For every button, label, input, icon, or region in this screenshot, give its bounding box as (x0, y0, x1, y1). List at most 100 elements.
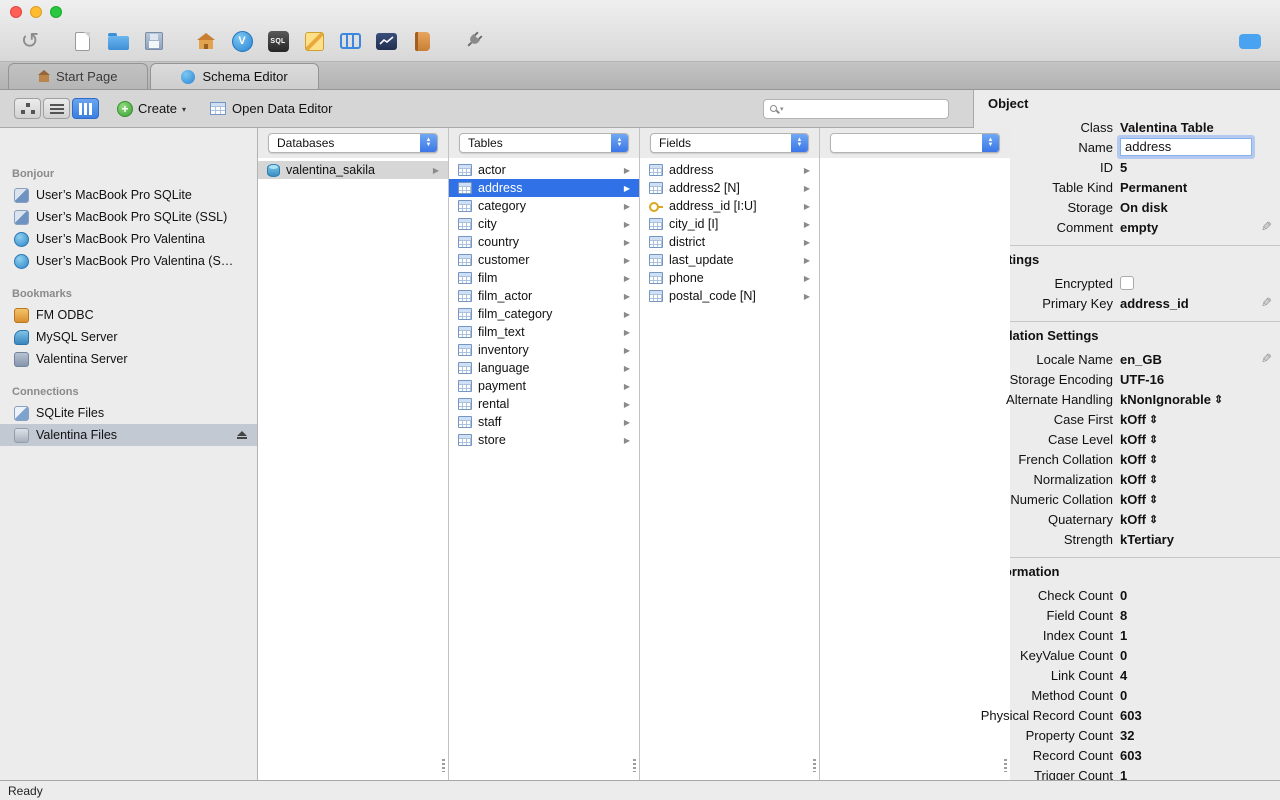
disclosure-arrow-icon[interactable]: ▶ (804, 256, 810, 265)
disclosure-arrow-icon[interactable]: ▶ (624, 184, 630, 193)
new-document-button[interactable] (64, 24, 100, 58)
database-list-item[interactable]: valentina_sakila ▶ (258, 161, 448, 179)
edit-pencil-icon[interactable]: ✎ (1261, 219, 1272, 235)
sidebar-item[interactable]: FM ODBC (0, 304, 257, 326)
inspector-row-value[interactable]: kOff (1120, 492, 1146, 507)
inspector-row-value[interactable]: kOff (1120, 472, 1146, 487)
disclosure-arrow-icon[interactable]: ▶ (624, 238, 630, 247)
fields-popup[interactable]: Fields ▲ ▼ (650, 133, 809, 153)
disclosure-arrow-icon[interactable]: ▶ (624, 418, 630, 427)
sidebar-item[interactable]: Valentina Files (0, 424, 257, 446)
table-list-item[interactable]: payment ▶ (449, 377, 639, 395)
databases-popup[interactable]: Databases ▲ ▼ (268, 133, 438, 153)
schema-editor-button[interactable]: V (224, 24, 260, 58)
query-builder-button[interactable] (296, 24, 332, 58)
disclosure-arrow-icon[interactable]: ▶ (624, 328, 630, 337)
table-list-item[interactable]: actor ▶ (449, 161, 639, 179)
feedback-button[interactable] (1232, 24, 1268, 58)
create-button[interactable]: + Create ▾ (117, 100, 186, 117)
table-list-item[interactable]: film_actor ▶ (449, 287, 639, 305)
open-button[interactable] (100, 24, 136, 58)
table-list-item[interactable]: address ▶ (449, 179, 639, 197)
tab-schema-editor[interactable]: Schema Editor (150, 63, 319, 89)
sidebar-item[interactable]: User’s MacBook Pro SQLite (0, 184, 257, 206)
disclosure-arrow-icon[interactable]: ▶ (624, 202, 630, 211)
open-data-editor-button[interactable]: Open Data Editor (210, 101, 333, 116)
table-list-item[interactable]: film_category ▶ (449, 305, 639, 323)
disclosure-arrow-icon[interactable]: ▶ (624, 400, 630, 409)
table-list-item[interactable]: country ▶ (449, 233, 639, 251)
table-list-item[interactable]: city ▶ (449, 215, 639, 233)
inspector-row-value[interactable]: kOff (1120, 512, 1146, 527)
table-list-item[interactable]: film_text ▶ (449, 323, 639, 341)
tree-view-button[interactable] (14, 98, 41, 119)
disclosure-arrow-icon[interactable]: ▶ (624, 166, 630, 175)
disclosure-arrow-icon[interactable]: ▶ (624, 364, 630, 373)
inspector-row-value[interactable]: kOff (1120, 452, 1146, 467)
disclosure-arrow-icon[interactable]: ▶ (804, 202, 810, 211)
sql-editor-button[interactable]: SQL (260, 24, 296, 58)
checkbox[interactable] (1120, 276, 1134, 290)
columns-view-button[interactable] (72, 98, 99, 119)
stepper-icon[interactable]: ⇕ (1149, 473, 1158, 486)
stepper-icon[interactable]: ⇕ (1149, 513, 1158, 526)
table-list-item[interactable]: category ▶ (449, 197, 639, 215)
zoom-window-button[interactable] (50, 6, 62, 18)
table-list-item[interactable]: store ▶ (449, 431, 639, 449)
disclosure-arrow-icon[interactable]: ▶ (624, 310, 630, 319)
field-list-item[interactable]: district ▶ (640, 233, 819, 251)
table-list-item[interactable]: language ▶ (449, 359, 639, 377)
stepper-icon[interactable]: ⇕ (1149, 453, 1158, 466)
tab-start-page[interactable]: Start Page (8, 63, 149, 89)
connect-button[interactable] (456, 24, 492, 58)
disclosure-arrow-icon[interactable]: ▶ (624, 436, 630, 445)
table-list-item[interactable]: film ▶ (449, 269, 639, 287)
table-list-item[interactable]: inventory ▶ (449, 341, 639, 359)
field-list-item[interactable]: address ▶ (640, 161, 819, 179)
disclosure-arrow-icon[interactable]: ▶ (624, 382, 630, 391)
edit-pencil-icon[interactable]: ✎ (1261, 295, 1272, 311)
sidebar-item[interactable]: SQLite Files (0, 402, 257, 424)
field-list-item[interactable]: last_update ▶ (640, 251, 819, 269)
search-input[interactable] (786, 101, 942, 116)
disclosure-arrow-icon[interactable]: ▶ (804, 166, 810, 175)
inspector-row-value[interactable]: kOff (1120, 432, 1146, 447)
diagram-button[interactable] (368, 24, 404, 58)
table-list-item[interactable]: staff ▶ (449, 413, 639, 431)
sidebar-item[interactable]: MySQL Server (0, 326, 257, 348)
stepper-icon[interactable]: ⇕ (1149, 413, 1158, 426)
disclosure-arrow-icon[interactable]: ▶ (804, 274, 810, 283)
stepper-icon[interactable]: ⇕ (1214, 393, 1223, 406)
eject-icon[interactable] (237, 431, 247, 440)
data-editor-button[interactable] (332, 24, 368, 58)
field-list-item[interactable]: address_id [I:U] ▶ (640, 197, 819, 215)
sidebar-item[interactable]: User’s MacBook Pro Valentina (S… (0, 250, 257, 272)
disclosure-arrow-icon[interactable]: ▶ (804, 238, 810, 247)
disclosure-arrow-icon[interactable]: ▶ (624, 220, 630, 229)
field-list-item[interactable]: address2 [N] ▶ (640, 179, 819, 197)
close-window-button[interactable] (10, 6, 22, 18)
report-button[interactable] (404, 24, 440, 58)
disclosure-arrow-icon[interactable]: ▶ (804, 292, 810, 301)
undo-button[interactable]: ↺ (12, 24, 48, 58)
table-list-item[interactable]: rental ▶ (449, 395, 639, 413)
edit-pencil-icon[interactable]: ✎ (1261, 351, 1272, 367)
disclosure-arrow-icon[interactable]: ▶ (624, 256, 630, 265)
sidebar-item[interactable]: User’s MacBook Pro SQLite (SSL) (0, 206, 257, 228)
disclosure-arrow-icon[interactable]: ▶ (804, 220, 810, 229)
start-page-button[interactable] (188, 24, 224, 58)
list-view-button[interactable] (43, 98, 70, 119)
disclosure-arrow-icon[interactable]: ▶ (624, 292, 630, 301)
sidebar-item[interactable]: Valentina Server (0, 348, 257, 370)
disclosure-arrow-icon[interactable]: ▶ (624, 274, 630, 283)
stepper-icon[interactable]: ⇕ (1149, 433, 1158, 446)
disclosure-arrow-icon[interactable]: ▶ (433, 166, 439, 175)
field-list-item[interactable]: phone ▶ (640, 269, 819, 287)
name-input[interactable]: address (1120, 138, 1252, 156)
inspector-row-value[interactable]: kNonIgnorable (1120, 392, 1211, 407)
field-list-item[interactable]: city_id [I] ▶ (640, 215, 819, 233)
disclosure-arrow-icon[interactable]: ▶ (804, 184, 810, 193)
save-button[interactable] (136, 24, 172, 58)
sidebar-item[interactable]: User’s MacBook Pro Valentina (0, 228, 257, 250)
search-field[interactable]: ▾ (763, 98, 949, 119)
